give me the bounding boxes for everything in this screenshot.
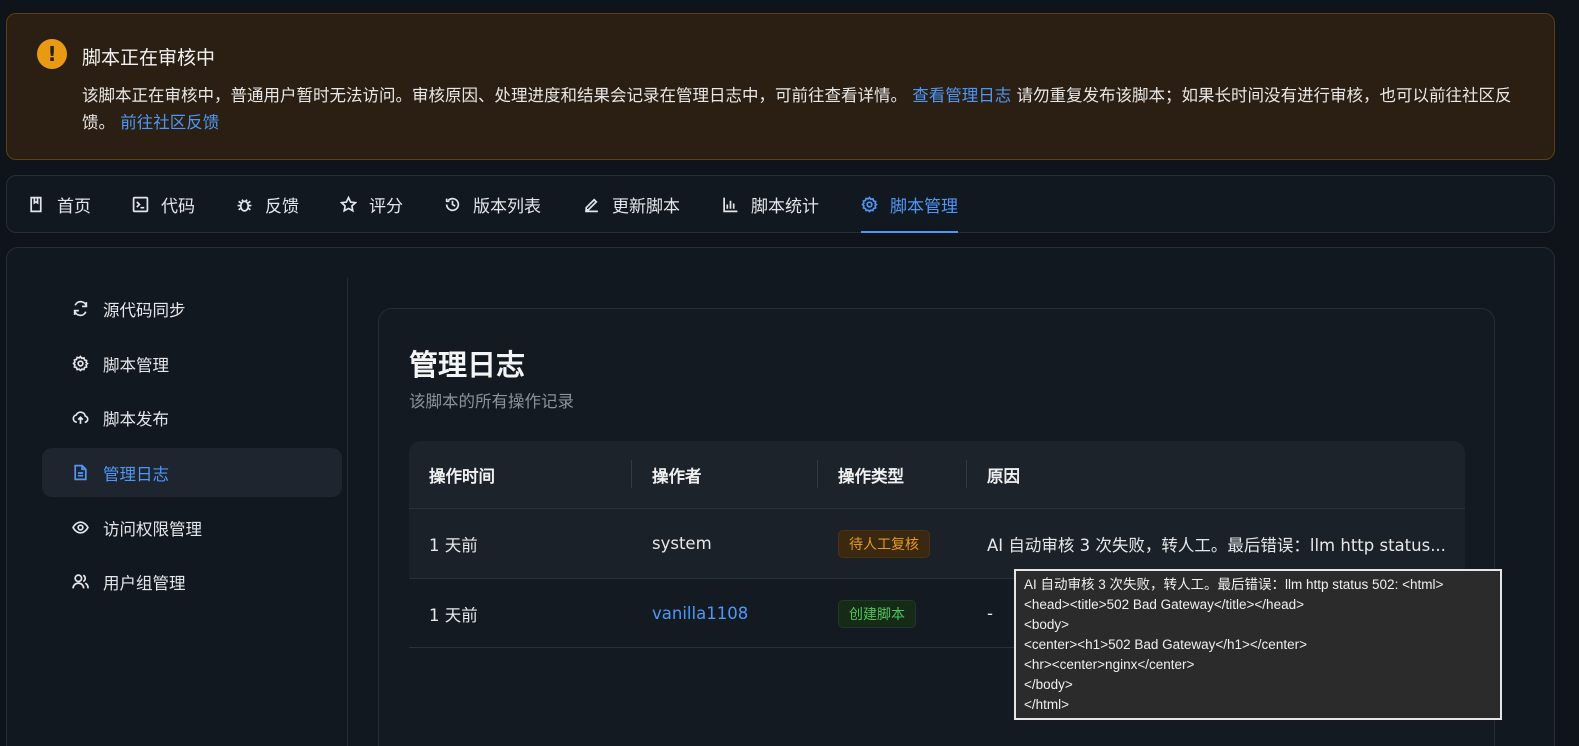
sync-icon xyxy=(73,300,88,317)
tab-label: 脚本统计 xyxy=(751,197,819,217)
status-badge: 待人工复核 xyxy=(838,529,930,558)
tab-update-script[interactable]: 更新脚本 xyxy=(583,176,680,233)
eye-icon xyxy=(72,521,89,534)
bar-chart-icon xyxy=(723,197,738,213)
sidebar-item-label: 用户组管理 xyxy=(103,573,186,593)
tab-label: 评分 xyxy=(369,197,403,217)
alert-body: 该脚本正在审核中，普通用户暂时无法访问。审核原因、处理进度和结果会记录在管理日志… xyxy=(82,82,1532,136)
cell-reason[interactable]: AI 自动审核 3 次失败，转人工。最后错误：llm http status..… xyxy=(987,509,1447,578)
table-row[interactable]: 1 天前 system 待人工复核 AI 自动审核 3 次失败，转人工。最后错误… xyxy=(409,508,1465,578)
tab-label: 代码 xyxy=(161,197,195,217)
operator-link[interactable]: vanilla1108 xyxy=(652,579,748,648)
tab-label: 反馈 xyxy=(265,197,299,217)
bug-icon xyxy=(237,199,252,212)
user-group-icon xyxy=(72,574,89,589)
tab-label: 首页 xyxy=(57,197,91,217)
cell-reason: - xyxy=(987,604,993,623)
community-feedback-link[interactable]: 前往社区反馈 xyxy=(120,113,219,132)
cell-time: 1 天前 xyxy=(429,605,478,625)
column-separator[interactable] xyxy=(966,460,967,488)
star-icon xyxy=(340,196,357,213)
status-badge: 创建脚本 xyxy=(838,599,916,628)
cell-type: 待人工复核 xyxy=(838,509,930,578)
terminal-icon xyxy=(132,196,149,213)
cell-type: 创建脚本 xyxy=(838,579,916,648)
column-header-operator[interactable]: 操作者 xyxy=(652,441,702,508)
cell-operator: system xyxy=(652,534,712,553)
reason-tooltip: AI 自动审核 3 次失败，转人工。最后错误：llm http status 5… xyxy=(1014,569,1502,720)
cloud-upload-icon xyxy=(72,411,89,424)
column-header-time[interactable]: 操作时间 xyxy=(429,441,495,508)
sidebar-item-label: 源代码同步 xyxy=(103,300,186,320)
tab-label: 脚本管理 xyxy=(890,197,958,217)
book-icon xyxy=(30,196,42,213)
reason-text: AI 自动审核 3 次失败，转人工。最后错误：llm http status..… xyxy=(987,535,1446,555)
alert-title: 脚本正在审核中 xyxy=(82,47,216,69)
sidebar-item-script-manage[interactable]: 脚本管理 xyxy=(42,339,342,388)
cell-time: 1 天前 xyxy=(429,535,478,555)
exclamation-icon: ! xyxy=(37,39,67,69)
tab-rating[interactable]: 评分 xyxy=(340,176,403,233)
sidebar-item-source-sync[interactable]: 源代码同步 xyxy=(42,284,342,333)
gear-icon xyxy=(72,355,89,372)
sidebar-item-manage-log[interactable]: 管理日志 xyxy=(42,448,342,497)
tab-stats[interactable]: 脚本统计 xyxy=(722,176,819,233)
view-log-link[interactable]: 查看管理日志 xyxy=(912,86,1011,105)
page-title: 管理日志 xyxy=(409,348,526,382)
column-separator[interactable] xyxy=(817,460,818,488)
tab-label: 更新脚本 xyxy=(612,197,680,217)
sidebar-item-label: 脚本发布 xyxy=(103,409,169,429)
tab-label: 版本列表 xyxy=(473,197,541,217)
tab-home[interactable]: 首页 xyxy=(28,176,91,233)
alert-text: 该脚本正在审核中，普通用户暂时无法访问。审核原因、处理进度和结果会记录在管理日志… xyxy=(82,86,907,105)
sidebar-item-script-publish[interactable]: 脚本发布 xyxy=(42,393,342,442)
sidebar-item-label: 访问权限管理 xyxy=(103,519,202,539)
tab-versions[interactable]: 版本列表 xyxy=(444,176,541,233)
column-header-reason[interactable]: 原因 xyxy=(987,441,1020,508)
tab-feedback[interactable]: 反馈 xyxy=(236,176,299,233)
column-separator[interactable] xyxy=(631,460,632,488)
review-alert: ! 脚本正在审核中 该脚本正在审核中，普通用户暂时无法访问。审核原因、处理进度和… xyxy=(6,13,1555,160)
tab-script-manage[interactable]: 脚本管理 xyxy=(861,176,958,233)
tab-code[interactable]: 代码 xyxy=(132,176,195,233)
edit-icon xyxy=(585,198,598,213)
history-icon xyxy=(445,197,460,212)
script-tabs: 首页 代码 反馈 评分 版本列表 更新脚本 脚本统计 脚本管理 xyxy=(6,175,1555,233)
column-header-type[interactable]: 操作类型 xyxy=(838,441,904,508)
gear-icon xyxy=(861,196,878,213)
sidebar-item-label: 管理日志 xyxy=(103,464,169,484)
sidebar-item-label: 脚本管理 xyxy=(103,355,169,375)
table-header: 操作时间 操作者 操作类型 原因 xyxy=(409,441,1465,508)
file-text-icon xyxy=(74,464,87,481)
sidebar-divider xyxy=(347,278,348,746)
alert-text-2: 请勿重复发布该脚本；如果长时间没有进行审核，也可以前 xyxy=(1016,86,1446,105)
page-subtitle: 该脚本的所有操作记录 xyxy=(409,392,574,411)
sidebar-item-access[interactable]: 访问权限管理 xyxy=(42,503,342,552)
sidebar-item-user-groups[interactable]: 用户组管理 xyxy=(42,557,342,606)
